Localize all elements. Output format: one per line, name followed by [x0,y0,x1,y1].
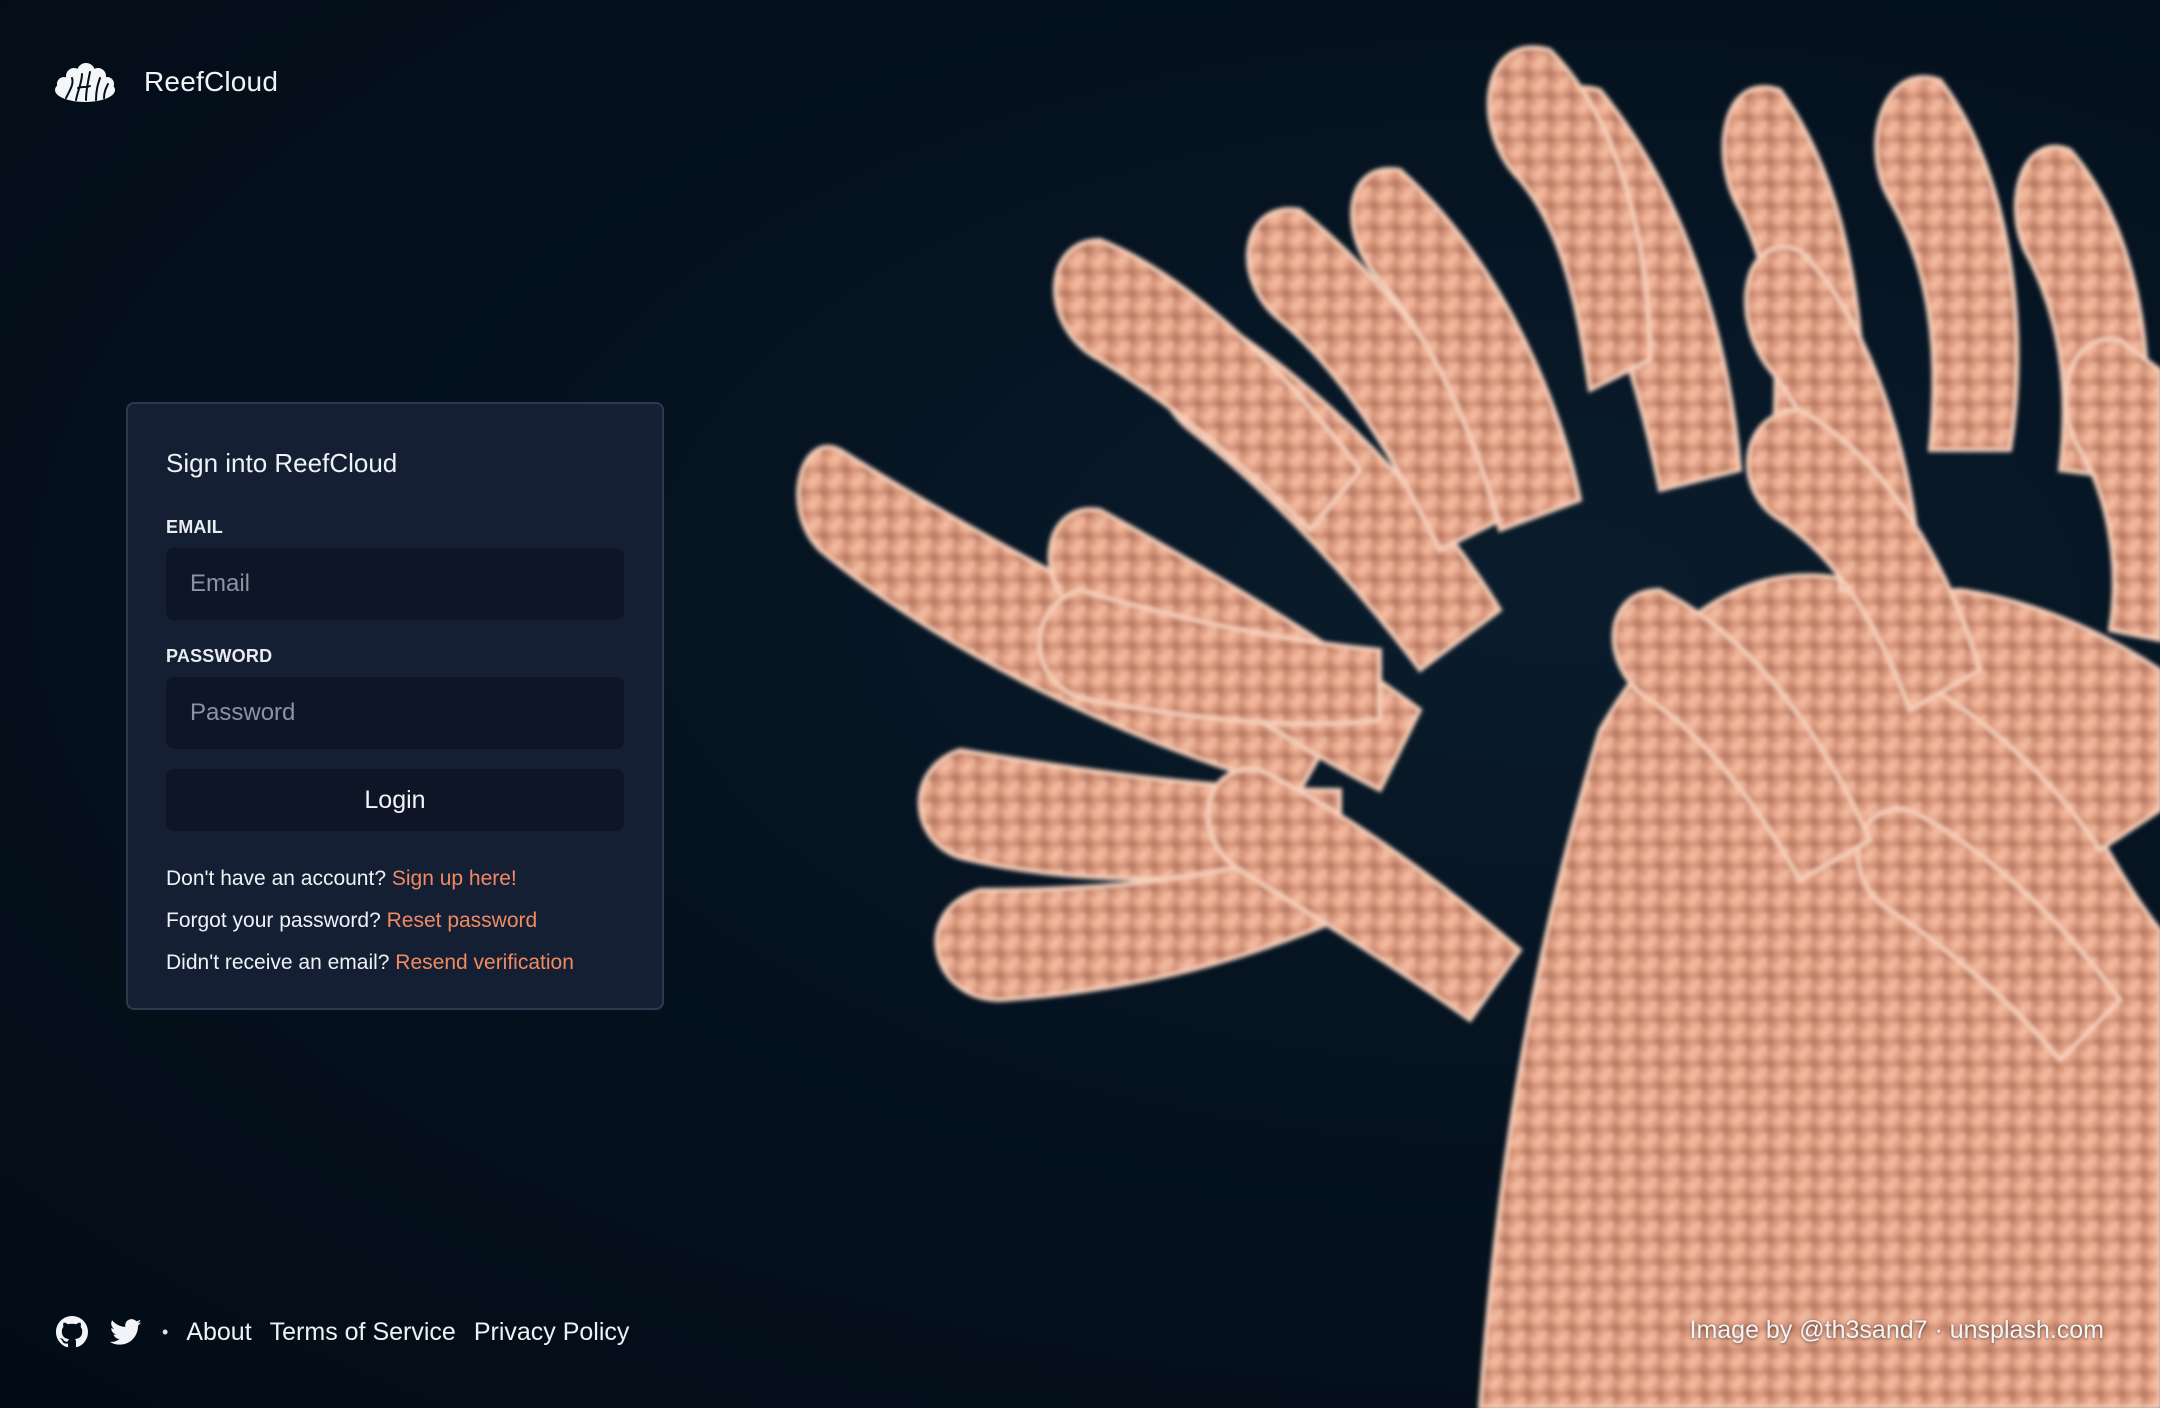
password-label: PASSWORD [166,646,273,666]
email-label: EMAIL [166,517,223,537]
coral-background-image [780,30,2160,1408]
password-field[interactable] [166,677,624,749]
reset-row: Forgot your password? Reset password [166,909,624,932]
footer-nav: • About Terms of Service Privacy Policy [56,1314,647,1350]
signup-prompt: Don't have an account? [166,867,386,890]
top-bar: ReefCloud [52,56,278,108]
footer-separator: • [162,1321,169,1342]
app-name[interactable]: ReefCloud [144,66,278,98]
github-icon[interactable] [56,1316,88,1348]
resend-row: Didn't receive an email? Resend verifica… [166,951,624,974]
terms-of-service-link[interactable]: Terms of Service [270,1318,456,1347]
twitter-icon[interactable] [110,1316,142,1348]
resend-prompt: Didn't receive an email? [166,951,390,974]
signup-row: Don't have an account? Sign up here! [166,867,624,890]
login-button[interactable]: Login [166,769,624,831]
account-links: Don't have an account? Sign up here! For… [166,867,624,974]
reset-password-link[interactable]: Reset password [387,909,538,932]
resend-verification-link[interactable]: Resend verification [395,951,574,974]
coral-logo-icon[interactable] [52,60,118,104]
about-link[interactable]: About [186,1318,251,1347]
forgot-prompt: Forgot your password? [166,909,381,932]
login-card: Sign into ReefCloud EMAIL PASSWORD Login… [126,402,664,1010]
privacy-policy-link[interactable]: Privacy Policy [474,1318,630,1347]
signup-link[interactable]: Sign up here! [392,867,517,890]
image-credit: Image by @th3sand7 · unsplash.com [1689,1316,2105,1344]
login-title: Sign into ReefCloud [166,448,398,478]
email-field[interactable] [166,548,624,620]
